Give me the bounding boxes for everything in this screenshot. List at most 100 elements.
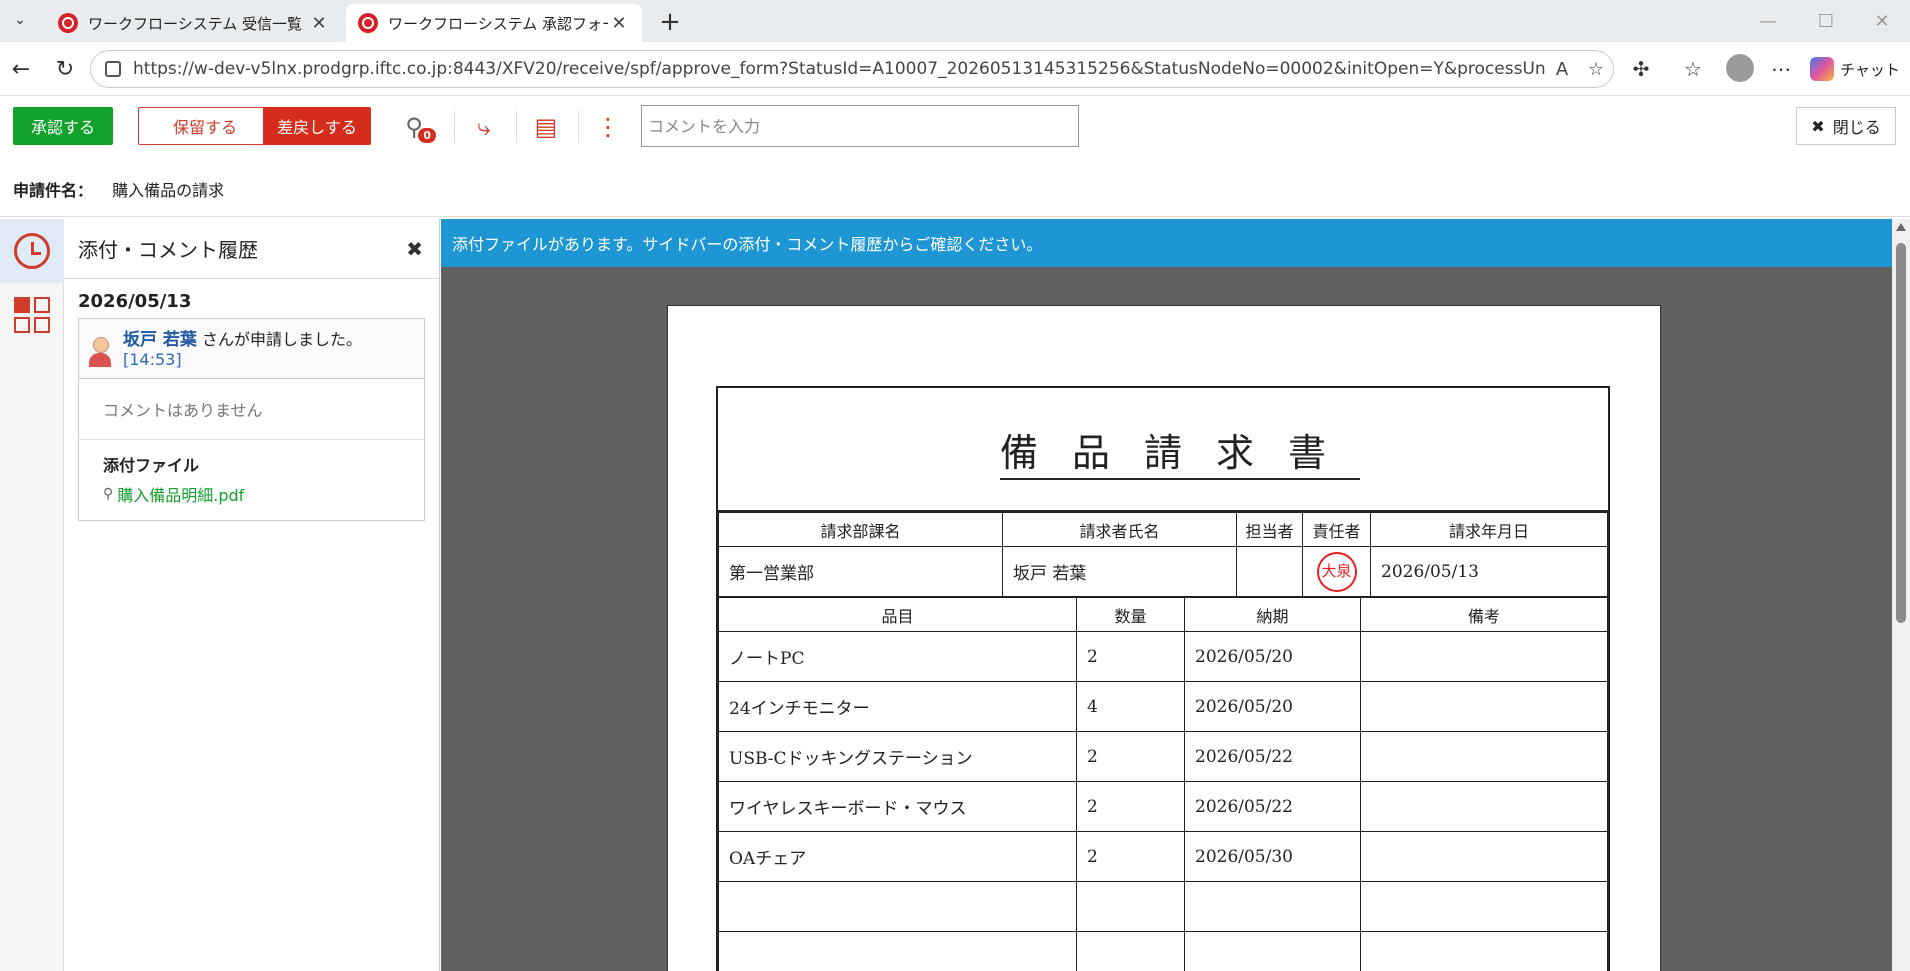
department-value: 第一営業部 — [718, 546, 1003, 597]
history-date: 2026/05/13 — [78, 291, 192, 312]
table-row: OAチェア 2 2026/05/30 — [718, 831, 1608, 882]
copilot-chat-button[interactable]: チャット — [1808, 52, 1902, 86]
history-entry: 坂戸 若葉 さんが申請しました。 [14:53] コメントはありません 添付ファ… — [78, 318, 425, 521]
col-manager: 責任者 — [1302, 512, 1371, 547]
item-note — [1360, 631, 1608, 682]
entry-action-text: さんが申請しました。 — [202, 330, 363, 349]
col-note: 備考 — [1360, 597, 1608, 632]
item-note — [1360, 831, 1608, 882]
layout-tab[interactable] — [0, 283, 64, 347]
attachment-notice-banner: 添付ファイルがあります。サイドバーの添付・コメント履歴からご確認ください。 — [441, 219, 1892, 267]
reload-icon[interactable]: ↻ — [50, 54, 80, 84]
item-name — [718, 931, 1077, 971]
tab-list-chevron-icon[interactable]: ⌄ — [6, 6, 34, 34]
app-favicon-icon — [358, 13, 378, 33]
header-table: 請求部課名 請求者氏名 担当者 責任者 請求年月日 第一営業部 坂戸 若葉 大泉… — [718, 512, 1608, 597]
col-department: 請求部課名 — [718, 512, 1003, 547]
col-due: 納期 — [1184, 597, 1361, 632]
item-name: USB-Cドッキングステーション — [718, 731, 1077, 782]
read-aloud-icon[interactable]: A — [1545, 59, 1579, 80]
browser-tab-inbox[interactable]: ワークフローシステム 受信一覧 ✕ — [46, 4, 342, 42]
attachment-count-badge: 0 — [418, 128, 436, 143]
toolbar-divider — [578, 111, 579, 143]
user-document-icon — [89, 337, 115, 369]
col-request-date: 請求年月日 — [1370, 512, 1608, 547]
item-qty: 2 — [1076, 731, 1185, 782]
viewer-scrollbar[interactable] — [1892, 219, 1910, 971]
item-note — [1360, 931, 1608, 971]
item-qty: 2 — [1076, 781, 1185, 832]
item-note — [1360, 781, 1608, 832]
favorites-list-icon[interactable]: ☆ — [1678, 54, 1708, 84]
more-menu-icon[interactable]: ⋯ — [1766, 54, 1796, 84]
maximize-icon[interactable]: ☐ — [1804, 6, 1848, 36]
copilot-logo-icon — [1810, 57, 1835, 81]
col-qty: 数量 — [1076, 597, 1185, 632]
tab-close-icon[interactable]: ✕ — [608, 12, 630, 34]
panel-title: 添付・コメント履歴 — [78, 238, 258, 262]
route-flow-icon[interactable]: ⤷ — [466, 109, 502, 145]
table-row: ワイヤレスキーボード・マウス 2 2026/05/22 — [718, 781, 1608, 832]
entry-user-name[interactable]: 坂戸 若葉 — [123, 330, 197, 350]
close-x-icon: ✖ — [1811, 116, 1825, 136]
close-label: 閉じる — [1832, 118, 1881, 137]
browser-tab-strip: ⌄ ワークフローシステム 受信一覧 ✕ ワークフローシステム 承認フォーム ✕ … — [0, 0, 1910, 42]
grid-layout-icon — [14, 297, 50, 333]
profile-avatar[interactable] — [1726, 54, 1754, 82]
back-arrow-icon[interactable]: ← — [6, 54, 36, 84]
item-name — [718, 881, 1077, 932]
browser-tab-approve-form[interactable]: ワークフローシステム 承認フォーム ✕ — [346, 4, 642, 42]
app-favicon-icon — [58, 13, 78, 33]
item-qty: 4 — [1076, 681, 1185, 732]
scroll-up-icon[interactable] — [1896, 223, 1906, 231]
panel-close-icon[interactable]: ✖ — [406, 237, 423, 261]
scroll-thumb[interactable] — [1896, 243, 1906, 623]
manager-stamp-cell: 大泉 — [1302, 546, 1371, 597]
panel-header: 添付・コメント履歴 ✖ — [64, 219, 439, 279]
hold-button[interactable]: 保留する — [138, 107, 272, 145]
item-note — [1360, 881, 1608, 932]
item-qty — [1076, 881, 1185, 932]
address-bar[interactable]: https://w-dev-v5lnx.prodgrp.iftc.co.jp:8… — [90, 50, 1614, 88]
new-tab-plus-icon[interactable]: + — [656, 7, 684, 37]
approve-button[interactable]: 承認する — [13, 107, 113, 145]
extensions-puzzle-icon[interactable]: ✣ — [1626, 54, 1656, 84]
close-button[interactable]: ✖ 閉じる — [1796, 107, 1896, 145]
table-row — [718, 931, 1608, 971]
item-name: ノートPC — [718, 631, 1077, 682]
item-due: 2026/05/20 — [1184, 631, 1361, 682]
item-due: 2026/05/22 — [1184, 781, 1361, 832]
site-info-icon[interactable] — [105, 61, 121, 77]
url-text[interactable]: https://w-dev-v5lnx.prodgrp.iftc.co.jp:8… — [133, 59, 1545, 79]
attachments-title: 添付ファイル — [103, 456, 200, 475]
item-due: 2026/05/20 — [1184, 681, 1361, 732]
comment-input[interactable] — [641, 105, 1079, 147]
browser-toolbar: ← ↻ https://w-dev-v5lnx.prodgrp.iftc.co.… — [0, 42, 1910, 96]
tab-title: ワークフローシステム 受信一覧 — [88, 14, 303, 33]
return-button[interactable]: 差戻しする — [263, 107, 371, 145]
col-item: 品目 — [718, 597, 1077, 632]
document-page: 備品請求書 請求部課名 請求者氏名 担当者 責任者 請求年月日 第一営業部 坂戸… — [667, 305, 1661, 971]
tab-close-icon[interactable]: ✕ — [308, 12, 330, 34]
history-tab[interactable] — [0, 219, 64, 283]
document-preview-icon[interactable]: ▤ — [528, 109, 564, 145]
more-vertical-icon[interactable]: ⋮ — [590, 109, 626, 145]
subject-line: 申請件名： 購入備品の請求 — [13, 177, 224, 201]
item-due: 2026/05/22 — [1184, 731, 1361, 782]
attachment-paperclip-icon[interactable]: ⚲ 0 — [396, 109, 436, 145]
col-requester: 請求者氏名 — [1002, 512, 1237, 547]
table-row — [718, 881, 1608, 932]
window-close-icon[interactable]: ✕ — [1860, 6, 1904, 36]
entry-attachments: 添付ファイル ⚲ 購入備品明細.pdf — [79, 440, 424, 520]
subject-label: 申請件名： — [13, 181, 94, 200]
doc-title-row: 備品請求書 — [718, 388, 1608, 512]
item-due — [1184, 931, 1361, 971]
entry-time: [14:53] — [123, 350, 182, 369]
item-note — [1360, 681, 1608, 732]
item-name: OAチェア — [718, 831, 1077, 882]
favorite-star-icon[interactable]: ☆ — [1579, 59, 1613, 80]
entry-header: 坂戸 若葉 さんが申請しました。 [14:53] — [79, 319, 424, 379]
minimize-icon[interactable]: — — [1746, 6, 1790, 36]
tab-title: ワークフローシステム 承認フォーム — [388, 14, 608, 33]
attachment-file-link[interactable]: ⚲ 購入備品明細.pdf — [103, 482, 400, 506]
